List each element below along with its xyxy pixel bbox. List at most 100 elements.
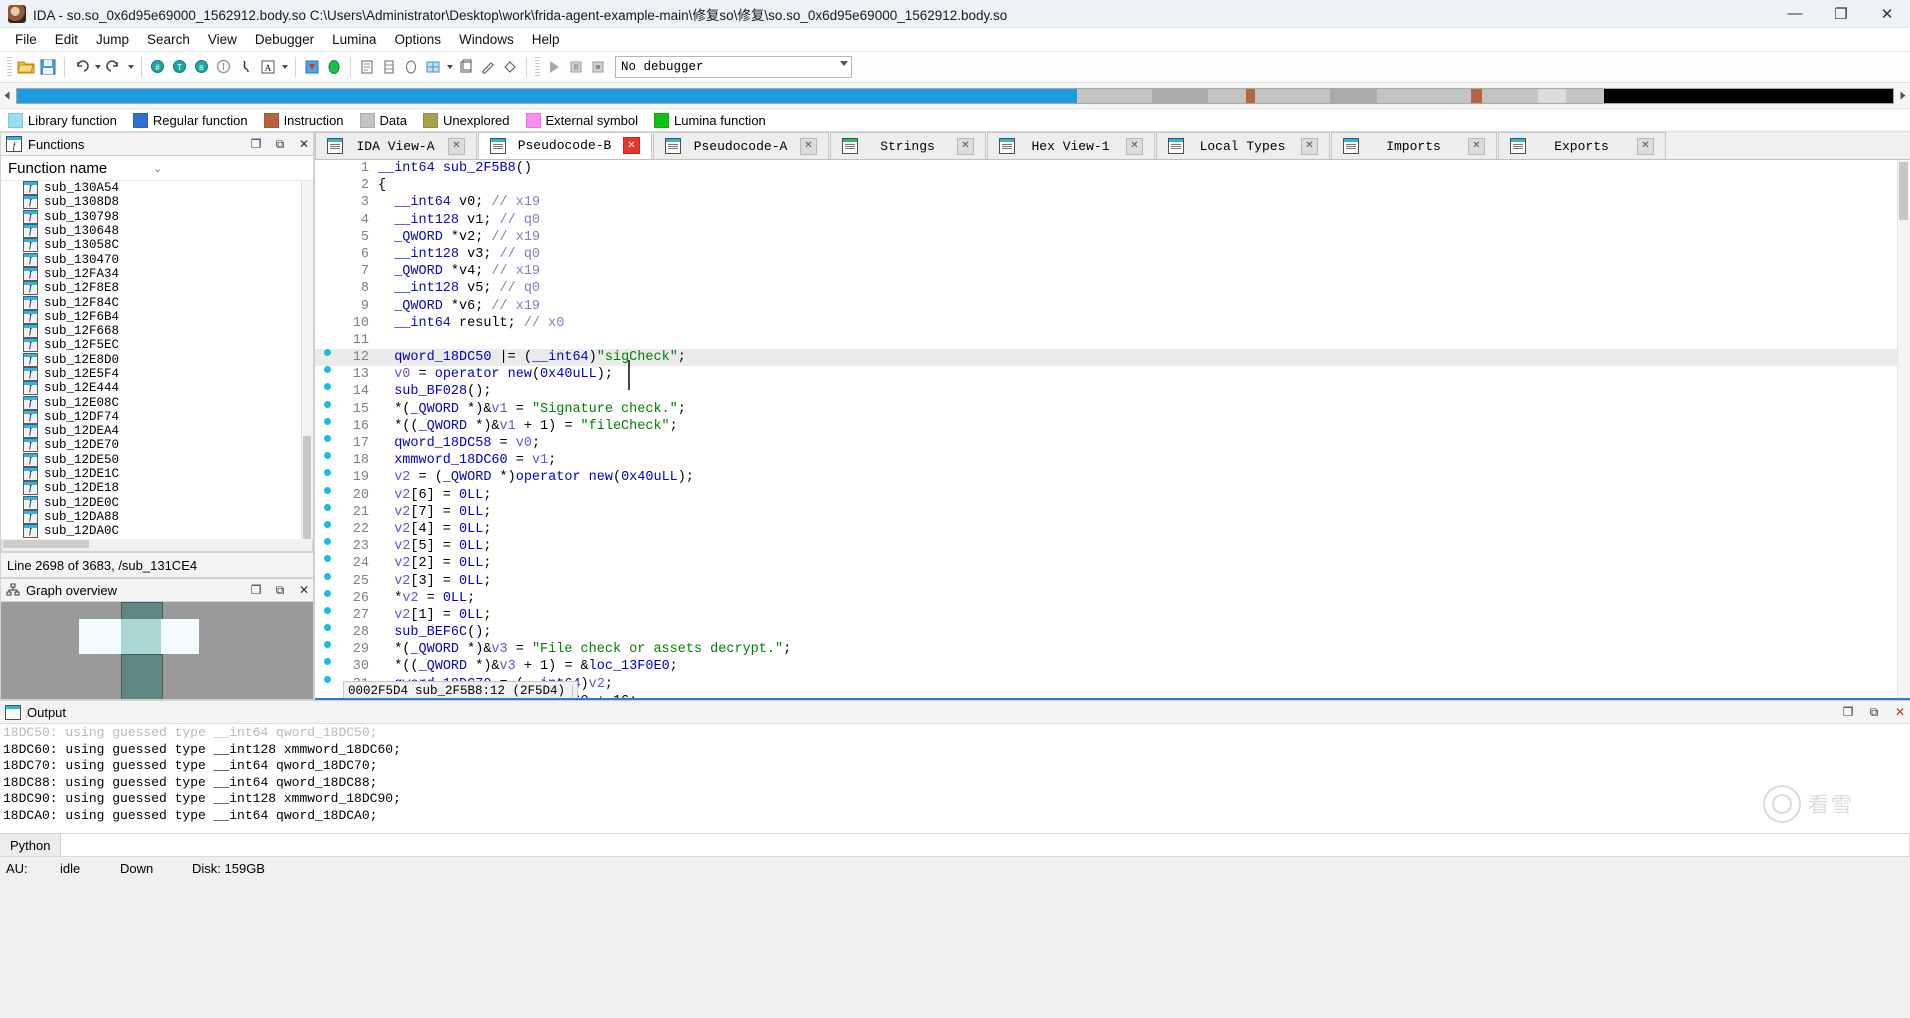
function-list-item[interactable]: f sub_1308D8	[1, 195, 313, 210]
tab-close-icon[interactable]: ✕	[957, 137, 974, 155]
code-line[interactable]: 7 _QWORD *v4; // x19	[315, 263, 1897, 280]
code-text[interactable]: v2 = (_QWORD *)operator new(0x40uLL);	[378, 469, 1897, 486]
code-text[interactable]: *(_QWORD *)&v1 = "Signature check.";	[378, 401, 1897, 418]
code-text[interactable]: xmmword_18DC60 = v1;	[378, 452, 1897, 469]
pseudocode-vertical-scrollbar[interactable]	[1897, 160, 1910, 700]
function-list-item[interactable]: f sub_12DE1C	[1, 467, 313, 482]
code-line[interactable]: 14 sub_BF028();	[315, 383, 1897, 400]
tab-close-icon[interactable]: ✕	[623, 137, 640, 154]
search-text-icon[interactable]: T	[169, 56, 191, 78]
menu-item-lumina[interactable]: Lumina	[323, 29, 385, 50]
function-list-item[interactable]: f sub_12DE70	[1, 438, 313, 453]
menu-item-edit[interactable]: Edit	[46, 29, 87, 50]
scrollbar-thumb[interactable]	[303, 436, 311, 539]
segments-icon[interactable]	[455, 56, 477, 78]
menu-item-jump[interactable]: Jump	[87, 29, 138, 50]
menu-item-windows[interactable]: Windows	[450, 29, 523, 50]
output-float-button[interactable]: ⧉	[1864, 702, 1884, 722]
function-list-item[interactable]: f sub_12E8D0	[1, 352, 313, 367]
graph-close-button[interactable]: ✕	[295, 581, 313, 599]
stop-icon[interactable]	[587, 56, 609, 78]
menu-item-debugger[interactable]: Debugger	[246, 29, 323, 50]
breakpoint-marker[interactable]	[315, 503, 339, 511]
tab-close-icon[interactable]: ✕	[1468, 137, 1485, 155]
code-text[interactable]: __int64 v0; // x19	[378, 194, 1897, 211]
struct-icon[interactable]	[400, 56, 422, 78]
breakpoint-marker[interactable]	[315, 366, 339, 374]
open-folder-icon[interactable]	[15, 56, 37, 78]
code-line[interactable]: 24 v2[2] = 0LL;	[315, 555, 1897, 572]
close-button[interactable]: ✕	[1864, 0, 1910, 27]
code-line[interactable]: 25 v2[3] = 0LL;	[315, 572, 1897, 590]
maximize-button[interactable]: ❐	[1818, 0, 1864, 27]
code-text[interactable]: __int64 result; // x0	[378, 315, 1897, 332]
function-list-item[interactable]: f sub_12E5F4	[1, 367, 313, 381]
tab-close-icon[interactable]: ✕	[1126, 137, 1143, 155]
function-list-item[interactable]: f sub_13058C	[1, 238, 313, 253]
function-list-item[interactable]: f sub_12F84C	[1, 295, 313, 310]
chevron-down-icon[interactable]: ⌄	[153, 162, 162, 175]
code-line[interactable]: 30 *((_QWORD *)&v3 + 1) = &loc_13F0E0;	[315, 658, 1897, 675]
menu-item-help[interactable]: Help	[523, 29, 569, 50]
pseudocode-scroll-area[interactable]: 1 __int64 sub_2F5B8() 2{3 __int64 v0; // x…	[315, 160, 1897, 700]
code-text[interactable]: _QWORD *v4; // x19	[378, 263, 1897, 280]
breakpoint-marker[interactable]	[315, 452, 339, 460]
code-line[interactable]: 15 *(_QWORD *)&v1 = "Signature check.";	[315, 400, 1897, 418]
run-icon[interactable]	[543, 56, 565, 78]
code-text[interactable]: qword_18DC58 = v0;	[378, 435, 1897, 452]
search-binary-icon[interactable]: B	[191, 56, 213, 78]
code-line[interactable]: 3 __int64 v0; // x19	[315, 194, 1897, 211]
code-text[interactable]: _QWORD *v2; // x19	[378, 229, 1897, 246]
menu-item-search[interactable]: Search	[138, 29, 199, 50]
code-line[interactable]: 22 v2[4] = 0LL;	[315, 520, 1897, 538]
save-icon[interactable]	[37, 56, 59, 78]
redo-dropdown-icon[interactable]	[125, 56, 136, 78]
code-line[interactable]: 12 qword_18DC50 |= (__int64)"sigCheck";	[315, 349, 1897, 367]
graph-float-button[interactable]: ⧉	[271, 581, 289, 599]
function-list-item[interactable]: f sub_12DF74	[1, 409, 313, 424]
undo-icon[interactable]	[70, 56, 92, 78]
toolbar-grip[interactable]	[7, 57, 12, 77]
breakpoint-marker[interactable]	[315, 675, 339, 683]
scrollbar-thumb[interactable]	[3, 540, 89, 548]
code-line[interactable]: 10 __int64 result; // x0	[315, 315, 1897, 332]
menu-item-view[interactable]: View	[199, 29, 246, 50]
output-close-button[interactable]: ✕	[1890, 702, 1910, 722]
code-line[interactable]: 21 v2[7] = 0LL;	[315, 503, 1897, 521]
tab-strings[interactable]: Strings ✕	[830, 132, 986, 159]
font-dropdown-icon[interactable]	[279, 56, 290, 78]
toolbar-grip-2[interactable]	[535, 57, 540, 77]
code-text[interactable]: *((_QWORD *)&v3 + 1) = &loc_13F0E0;	[378, 658, 1897, 675]
function-list-item[interactable]: f sub_130A54	[1, 181, 313, 196]
functions-close-button[interactable]: ✕	[295, 135, 313, 153]
redo-icon[interactable]	[103, 56, 125, 78]
breakpoint-marker[interactable]	[315, 400, 339, 408]
code-line[interactable]: 29 *(_QWORD *)&v3 = "File check or asset…	[315, 641, 1897, 658]
code-line[interactable]: 28 sub_BEF6C();	[315, 624, 1897, 641]
code-text[interactable]: v0 = operator new(0x40uLL);	[378, 366, 1897, 383]
code-line[interactable]: 26 *v2 = 0LL;	[315, 589, 1897, 607]
code-text[interactable]: __int128 v1; // q0	[378, 212, 1897, 229]
navigation-bar[interactable]	[16, 87, 1894, 104]
code-line[interactable]: 20 v2[6] = 0LL;	[315, 486, 1897, 504]
tab-imports[interactable]: Imports ✕	[1331, 132, 1497, 159]
code-line[interactable]: 11	[315, 332, 1897, 349]
code-text[interactable]: v2[4] = 0LL;	[378, 521, 1897, 538]
functions-restore-button[interactable]: ❐	[247, 135, 265, 153]
code-text[interactable]: *v2 = 0LL;	[378, 590, 1897, 607]
func-icon[interactable]	[356, 56, 378, 78]
functions-vertical-scrollbar[interactable]	[301, 181, 313, 539]
code-line[interactable]: 5 _QWORD *v2; // x19	[315, 229, 1897, 246]
code-text[interactable]: *(_QWORD *)&v3 = "File check or assets d…	[378, 641, 1897, 658]
font-icon[interactable]: A	[257, 56, 279, 78]
tab-pseudocode-a[interactable]: Pseudocode-A ✕	[653, 132, 829, 159]
code-text[interactable]: v2[5] = 0LL;	[378, 538, 1897, 555]
nav-right-arrow[interactable]	[1896, 83, 1910, 108]
code-text[interactable]: _QWORD *v6; // x19	[378, 298, 1897, 315]
code-text[interactable]: v2[2] = 0LL;	[378, 555, 1897, 572]
code-text[interactable]: __int128 v5; // q0	[378, 280, 1897, 297]
function-list-item[interactable]: f sub_130648	[1, 224, 313, 239]
python-input[interactable]	[61, 833, 1910, 857]
breakpoint-marker[interactable]	[315, 520, 339, 528]
pause-icon[interactable]	[565, 56, 587, 78]
